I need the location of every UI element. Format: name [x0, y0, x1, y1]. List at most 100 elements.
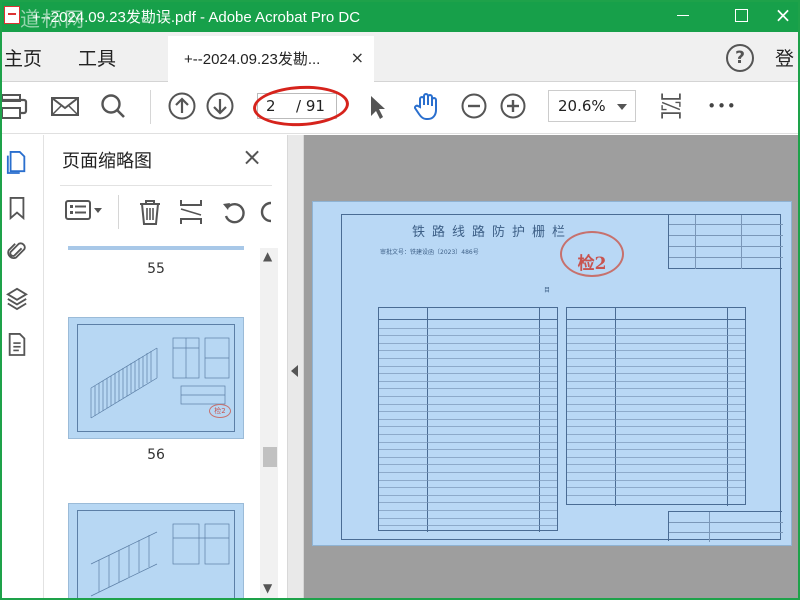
menu-bar: 主页 工具 +--2024.09.23发勘... × — [0, 32, 800, 82]
thumbnail-label: 56 — [147, 447, 165, 463]
zoom-in-icon[interactable] — [497, 90, 529, 122]
table-row — [567, 403, 745, 405]
thumbnail-page-57[interactable] — [68, 503, 244, 600]
thumbnail-page-56[interactable]: 检2 — [68, 317, 244, 439]
drawing-title: 铁路线路防护栅栏 — [412, 225, 573, 240]
toolbar-separator — [150, 90, 151, 124]
table-row — [567, 456, 745, 458]
table-header — [567, 308, 745, 320]
table-row — [567, 449, 745, 451]
page-up-icon[interactable] — [166, 90, 198, 122]
home-tab[interactable]: 主页 — [4, 44, 42, 71]
document-tab-label: +--2024.09.23发勘... — [184, 51, 321, 68]
rotate-icon[interactable] — [220, 198, 248, 226]
attachment-icon[interactable] — [6, 239, 28, 265]
table-row — [379, 418, 557, 420]
table-row — [567, 373, 745, 375]
railing-drawing — [90, 337, 230, 419]
contents-heading: 目 — [544, 287, 551, 294]
table-row — [379, 510, 557, 511]
table-row — [379, 380, 557, 382]
table-row — [379, 472, 557, 473]
thumbnail-options-icon[interactable] — [64, 198, 104, 224]
signin-button[interactable]: 登 — [775, 44, 794, 71]
table-row — [567, 396, 745, 397]
thumbnail-label: 55 — [147, 261, 165, 277]
document-icon[interactable] — [6, 331, 28, 357]
fit-page-icon[interactable] — [655, 90, 687, 122]
page-down-icon[interactable] — [204, 90, 236, 122]
rotate-clockwise-icon[interactable] — [259, 198, 273, 226]
table-row — [567, 365, 745, 367]
table-row — [379, 358, 557, 359]
table-row — [379, 449, 557, 451]
bookmark-icon[interactable] — [6, 195, 28, 221]
maximize-button[interactable] — [718, 0, 764, 32]
title-block-line — [741, 215, 742, 269]
signature-block — [668, 511, 783, 542]
pointer-icon[interactable] — [361, 90, 393, 122]
mail-icon[interactable] — [49, 90, 81, 122]
window-title: +--2024.09.23发勘误.pdf - Adobe Acrobat Pro… — [32, 9, 361, 26]
chevron-down-icon — [617, 104, 627, 110]
table-row — [567, 342, 745, 344]
help-icon[interactable]: ? — [726, 44, 754, 72]
table-row — [567, 350, 745, 352]
title-block-line — [695, 215, 696, 269]
thumbnail-scrollbar[interactable] — [260, 248, 278, 600]
scroll-down-icon[interactable]: ▼ — [263, 581, 272, 595]
layers-icon[interactable] — [6, 285, 28, 311]
table-row — [379, 441, 557, 443]
minimize-button[interactable] — [660, 0, 706, 32]
table-row — [567, 434, 745, 435]
title-block — [668, 215, 783, 269]
table-row — [379, 494, 557, 496]
table-row — [567, 327, 745, 329]
title-block-line — [669, 235, 783, 236]
panel-title: 页面缩略图 — [62, 151, 152, 172]
table-column-line — [539, 308, 540, 532]
table-row — [379, 365, 557, 367]
table-row — [379, 456, 557, 458]
table-row — [567, 418, 745, 420]
tools-tab[interactable]: 工具 — [78, 44, 116, 71]
table-row — [567, 380, 745, 382]
zoom-out-icon[interactable] — [458, 90, 490, 122]
table-row — [567, 487, 745, 489]
table-row — [379, 373, 557, 375]
thumbnail-stamp: 检2 — [209, 404, 231, 418]
delete-icon[interactable] — [137, 198, 163, 226]
panel-divider — [60, 185, 272, 186]
table-row — [379, 426, 557, 428]
table-row — [379, 396, 557, 397]
search-icon[interactable] — [97, 90, 129, 122]
print-icon[interactable] — [0, 90, 32, 122]
left-icon-rail — [0, 135, 44, 600]
document-viewport[interactable]: 铁路线路防护栅栏 审批文号：铁建设函〔2023〕486号 检2 目 — [304, 135, 800, 600]
close-tab-icon[interactable]: × — [351, 48, 364, 67]
table-row — [379, 464, 557, 466]
drawing-frame: 铁路线路防护栅栏 审批文号：铁建设函〔2023〕486号 检2 目 — [341, 214, 783, 542]
chevron-left-icon — [291, 365, 298, 377]
signature-block-line — [669, 522, 783, 523]
more-icon[interactable]: ••• — [706, 90, 738, 122]
scroll-up-icon[interactable]: ▲ — [263, 249, 272, 263]
document-tab[interactable]: +--2024.09.23发勘... × — [168, 36, 374, 82]
table-row — [379, 434, 557, 435]
extract-pages-icon[interactable] — [178, 198, 204, 226]
inspection-stamp: 检2 — [560, 231, 624, 277]
toolbar: ••• — [0, 82, 800, 134]
contents-table-right — [566, 307, 746, 506]
table-row — [567, 388, 745, 390]
table-row — [567, 335, 745, 337]
zoom-dropdown[interactable]: 20.6% — [548, 90, 636, 122]
thumbnail-page-54[interactable] — [68, 246, 244, 250]
table-row — [379, 335, 557, 337]
close-panel-icon[interactable]: × — [242, 143, 262, 171]
close-window-button[interactable]: × — [760, 0, 800, 32]
page-thumbnails-icon[interactable] — [6, 149, 28, 175]
scrollbar-thumb[interactable] — [263, 447, 277, 467]
table-row — [567, 479, 745, 481]
hand-icon[interactable] — [411, 90, 443, 122]
panel-collapse-handle[interactable] — [288, 135, 304, 600]
